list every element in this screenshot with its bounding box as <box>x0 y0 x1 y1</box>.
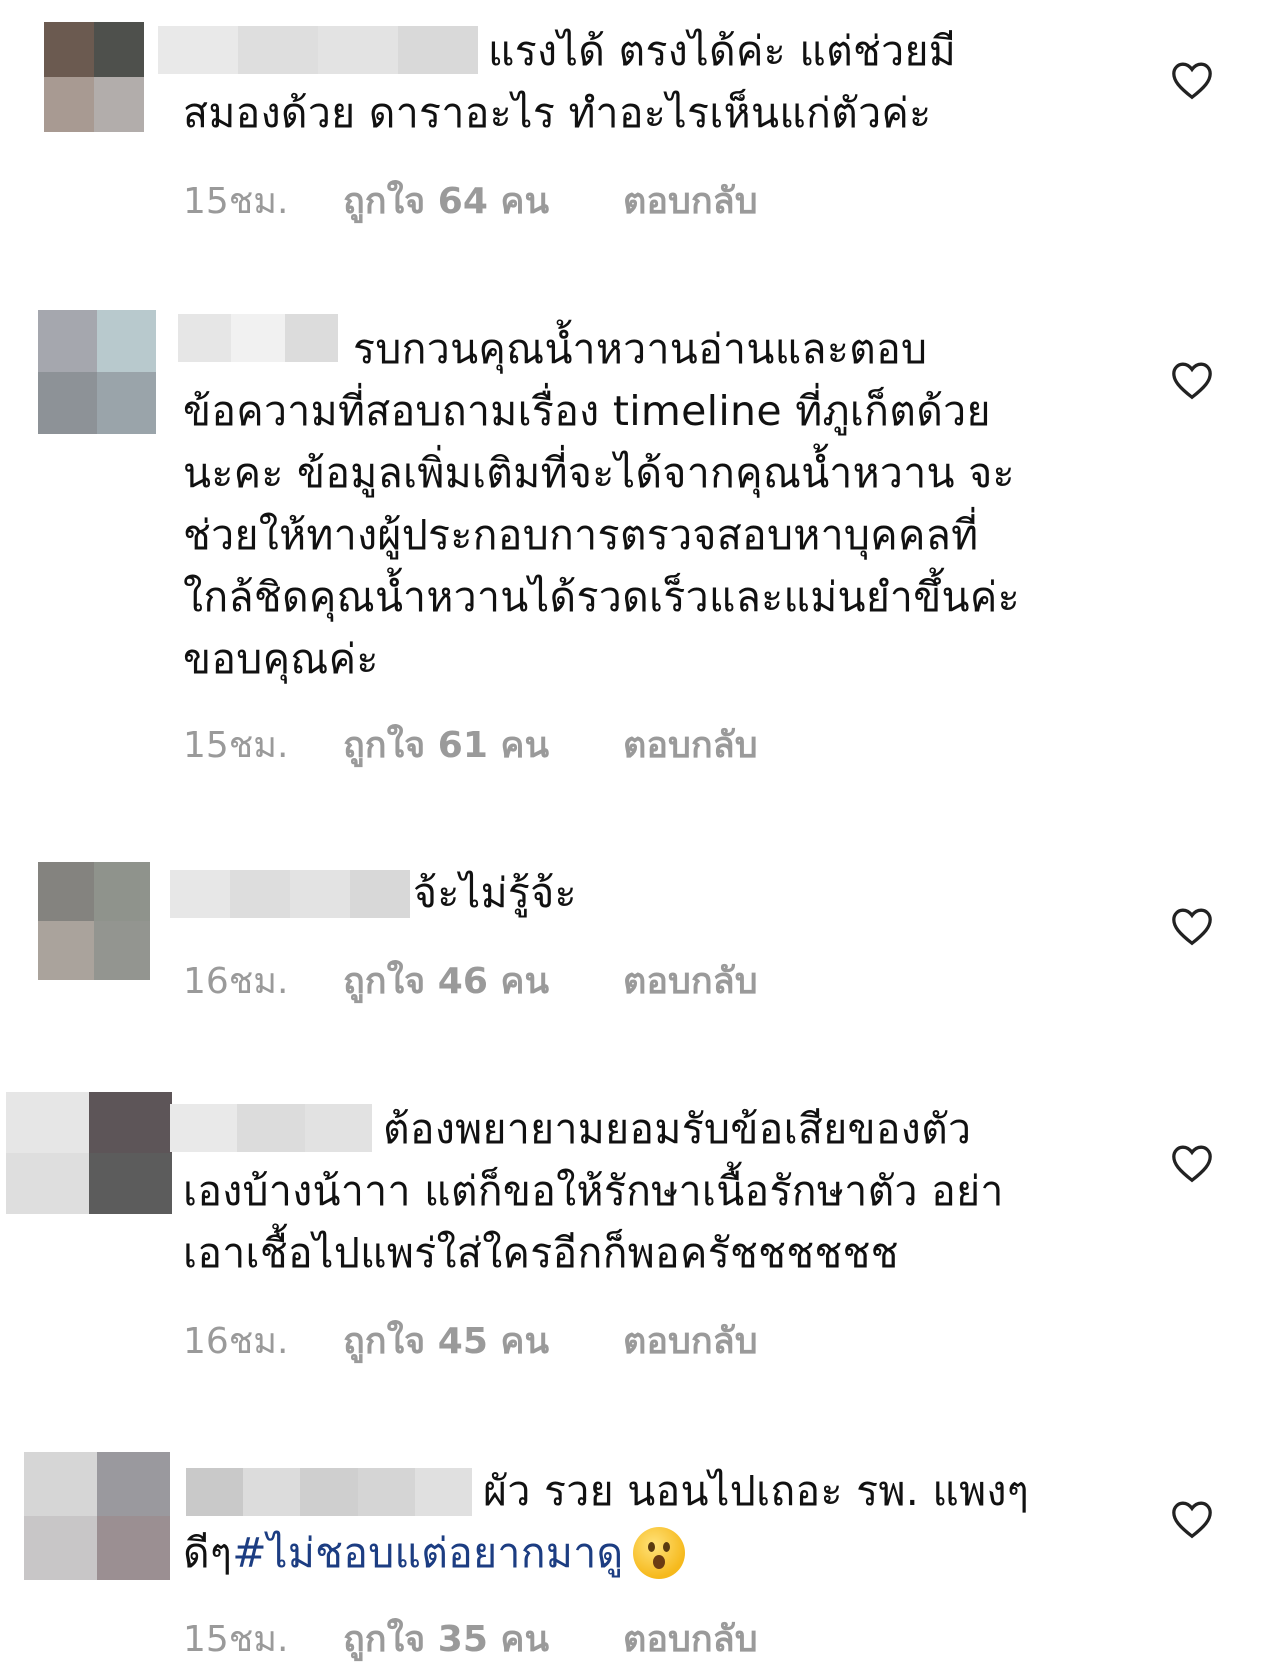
avatar[interactable] <box>6 1092 172 1214</box>
reply-button[interactable]: ตอบกลับ <box>623 172 758 229</box>
comment-time: 15ชม. <box>183 725 289 766</box>
avatar[interactable] <box>38 310 156 434</box>
comment-time: 15ชม. <box>183 1619 289 1660</box>
likes-count[interactable]: ถูกใจ 46 คน <box>343 952 623 1009</box>
likes-count[interactable]: ถูกใจ 61 คน <box>343 716 623 773</box>
comment-text: แรงได้ ตรงได้ค่ะ แต่ช่วยมี สมองด้วย ดารา… <box>183 27 957 137</box>
likes-count[interactable]: ถูกใจ 45 คน <box>343 1312 623 1369</box>
heart-icon[interactable] <box>1170 60 1214 100</box>
heart-icon[interactable] <box>1170 906 1214 946</box>
avatar[interactable] <box>38 862 150 980</box>
heart-icon[interactable] <box>1170 1143 1214 1183</box>
comment-text: จ้ะไม่รู้จ้ะ <box>413 869 577 917</box>
avatar[interactable] <box>24 1452 170 1580</box>
heart-icon[interactable] <box>1170 360 1214 400</box>
heart-icon[interactable] <box>1170 1499 1214 1539</box>
comment-text: ต้องพยายามยอมรับข้อเสียของตัว เองบ้างน้า… <box>183 1105 1004 1277</box>
comment-text: ผัว รวย นอนไปเถอะ รพ. แพงๆ ดีๆ#ไม่ชอบแต่… <box>183 1460 1083 1584</box>
comment-meta: 15ชม. ถูกใจ 61 คน ตอบกลับ <box>183 716 758 773</box>
likes-count[interactable]: ถูกใจ 64 คน <box>343 172 623 229</box>
reply-button[interactable]: ตอบกลับ <box>623 716 758 773</box>
likes-count[interactable]: ถูกใจ 35 คน <box>343 1610 623 1667</box>
comment-time: 16ชม. <box>183 1321 289 1362</box>
reply-button[interactable]: ตอบกลับ <box>623 1312 758 1369</box>
comment-meta: 16ชม. ถูกใจ 45 คน ตอบกลับ <box>183 1312 758 1369</box>
comment-time: 15ชม. <box>183 181 289 222</box>
comment-meta: 16ชม. ถูกใจ 46 คน ตอบกลับ <box>183 952 758 1009</box>
comment-text: รบกวนคุณน้ำหวานอ่านและตอบ ข้อความที่สอบถ… <box>183 325 1020 683</box>
hashtag-link[interactable]: #ไม่ชอบแต่อยากมาดู <box>232 1529 623 1577</box>
comment-meta: 15ชม. ถูกใจ 35 คน ตอบกลับ <box>183 1610 758 1667</box>
reply-button[interactable]: ตอบกลับ <box>623 1610 758 1667</box>
astonished-face-emoji-icon <box>633 1527 686 1579</box>
comment-meta: 15ชม. ถูกใจ 64 คน ตอบกลับ <box>183 172 758 229</box>
comment-time: 16ชม. <box>183 961 289 1002</box>
avatar[interactable] <box>44 22 144 132</box>
reply-button[interactable]: ตอบกลับ <box>623 952 758 1009</box>
